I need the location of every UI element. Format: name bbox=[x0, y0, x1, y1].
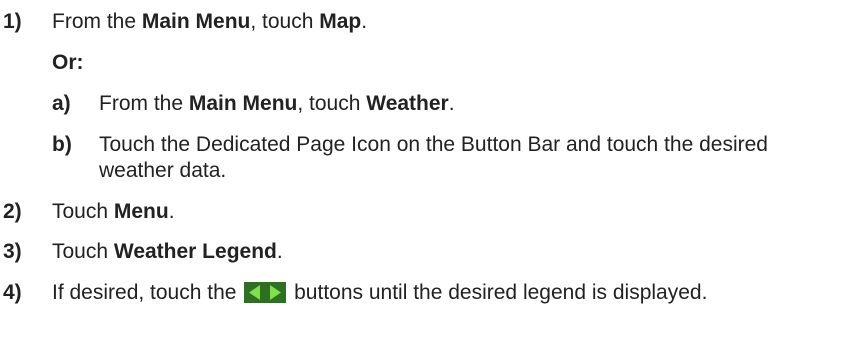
step-4-text-part: buttons until the desired legend is disp… bbox=[288, 281, 708, 304]
step-b-text-line-2: weather data. bbox=[99, 159, 227, 182]
step-4-text: If desired, touch the buttons until the … bbox=[52, 279, 707, 307]
step-b-text-line-1: Touch the Dedicated Page Icon on the But… bbox=[99, 133, 768, 156]
step-1-period: . bbox=[361, 10, 368, 33]
step-2-period: . bbox=[168, 200, 175, 223]
map-label: Map bbox=[319, 10, 362, 33]
step-b-number: b) bbox=[52, 133, 72, 156]
step-1-text-part: From the bbox=[52, 10, 142, 33]
step-a-text-part: From the bbox=[99, 92, 189, 115]
instruction-document: 1) From the Main Menu, touch Map. Or: a)… bbox=[0, 0, 865, 344]
step-1-number: 1) bbox=[3, 10, 22, 33]
left-right-arrow-buttons-icon bbox=[244, 282, 287, 303]
weather-label: Weather bbox=[366, 92, 449, 115]
step-1-text: From the Main Menu, touch Map. bbox=[52, 8, 367, 36]
step-2-text-part: Touch bbox=[52, 200, 114, 223]
weather-legend-label: Weather Legend bbox=[113, 240, 277, 263]
step-a-period: . bbox=[448, 92, 455, 115]
step-a-number: a) bbox=[52, 92, 71, 115]
step-3-period: . bbox=[276, 240, 283, 263]
step-4-number: 4) bbox=[3, 281, 22, 304]
step-4-text-part: If desired, touch the bbox=[52, 281, 243, 304]
main-menu-label: Main Menu bbox=[188, 92, 298, 115]
step-3-number: 3) bbox=[3, 240, 22, 263]
or-label: Or: bbox=[52, 51, 84, 74]
step-1-text-part: , touch bbox=[250, 10, 320, 33]
step-3-text: Touch Weather Legend. bbox=[52, 238, 283, 266]
menu-label: Menu bbox=[113, 200, 169, 223]
step-a-text: From the Main Menu, touch Weather. bbox=[99, 90, 455, 118]
step-a-text-part: , touch bbox=[297, 92, 367, 115]
step-2-text: Touch Menu. bbox=[52, 198, 175, 226]
step-3-text-part: Touch bbox=[52, 240, 114, 263]
step-2-number: 2) bbox=[3, 200, 22, 223]
main-menu-label: Main Menu bbox=[141, 10, 251, 33]
